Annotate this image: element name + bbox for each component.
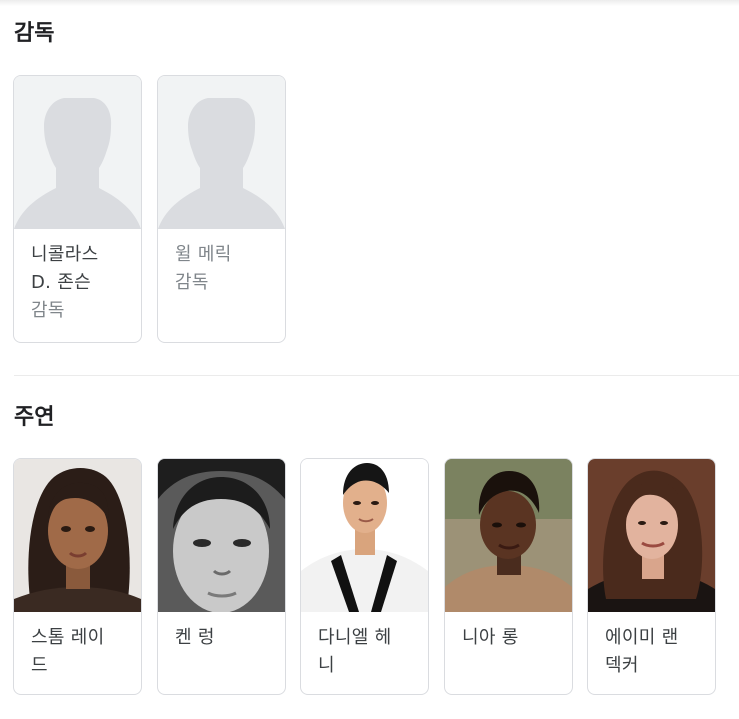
- cast-name-line2: 드: [31, 655, 48, 676]
- person-placeholder-icon: [14, 76, 141, 229]
- cast-photo: [445, 459, 572, 612]
- cast-photo: [588, 459, 715, 612]
- director-role: 감독: [31, 300, 65, 321]
- actor-portrait-image: [301, 459, 428, 612]
- cast-card-5[interactable]: 에이미 랜 덱커: [587, 458, 716, 695]
- directors-heading: 감독: [14, 21, 55, 46]
- cast-name-line2: 니: [318, 655, 335, 676]
- actor-portrait-image: [14, 459, 141, 612]
- cast-photo: [158, 459, 285, 612]
- cast-name-line1: 다니엘 헤: [318, 627, 392, 648]
- cast-card-3[interactable]: 다니엘 헤 니: [300, 458, 429, 695]
- cast-name-line1: 에이미 랜: [605, 627, 679, 648]
- director-card-2[interactable]: 윌 메릭 감독: [157, 75, 286, 343]
- cast-name-line1: 켄 렁: [175, 627, 215, 648]
- cast-card-2[interactable]: 켄 렁: [157, 458, 286, 695]
- director-card-1[interactable]: 니콜라스 D. 존슨 감독: [13, 75, 142, 343]
- cast-name-line1: 니아 롱: [462, 627, 519, 648]
- director-role: 감독: [175, 272, 209, 293]
- person-placeholder-icon: [158, 76, 285, 229]
- director-photo: [158, 76, 285, 229]
- cast-photo: [14, 459, 141, 612]
- cast-card-4[interactable]: 니아 롱: [444, 458, 573, 695]
- director-name-line1: 니콜라스: [31, 244, 99, 265]
- director-name: 윌 메릭: [175, 244, 232, 265]
- director-photo: [14, 76, 141, 229]
- actor-portrait-image: [588, 459, 715, 612]
- cast-card-1[interactable]: 스톰 레이 드: [13, 458, 142, 695]
- director-name-line2: D. 존슨: [31, 272, 91, 293]
- cast-name-line2: 덱커: [605, 655, 639, 676]
- cast-name-line1: 스톰 레이: [31, 627, 105, 648]
- section-divider: [14, 375, 739, 376]
- actor-portrait-image: [445, 459, 572, 612]
- top-shadow: [0, 0, 739, 6]
- actor-portrait-image: [158, 459, 285, 612]
- cast-heading: 주연: [14, 405, 55, 430]
- cast-photo: [301, 459, 428, 612]
